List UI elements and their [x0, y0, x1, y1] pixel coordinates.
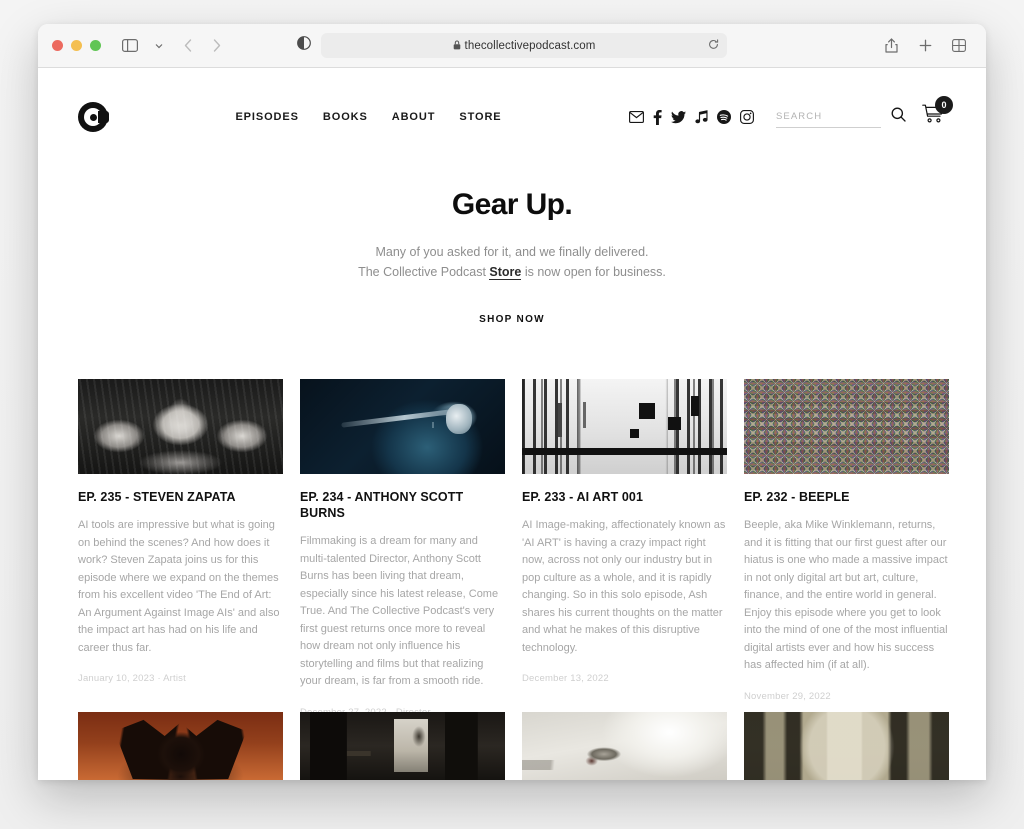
episode-excerpt: Filmmaking is a dream for many and multi…	[300, 535, 499, 687]
episode-card[interactable]: EP. 235 - STEVEN ZAPATA AI tools are imp…	[78, 379, 283, 718]
episode-thumbnail[interactable]	[300, 379, 505, 474]
mail-icon[interactable]	[629, 111, 644, 123]
facebook-icon[interactable]	[653, 109, 662, 125]
forward-icon[interactable]	[204, 33, 230, 59]
episode-thumbnail[interactable]	[744, 379, 949, 474]
lock-icon	[453, 37, 461, 55]
tab-overview-icon[interactable]	[946, 33, 972, 59]
store-link[interactable]: Store	[489, 265, 522, 280]
site-logo-icon[interactable]	[78, 102, 109, 132]
main-navigation: EPISODES BOOKS ABOUT STORE	[235, 111, 501, 123]
hero-line2-after: is now open for business.	[521, 265, 666, 279]
episode-title[interactable]: EP. 232 - BEEPLE	[744, 489, 949, 505]
address-bar[interactable]: thecollectivepodcast.com	[321, 33, 727, 58]
logo-bar	[98, 111, 109, 123]
search-icon[interactable]	[891, 107, 906, 127]
shop-now-button[interactable]: SHOP NOW	[479, 314, 545, 325]
next-episode-row	[38, 712, 986, 780]
hero-subtitle: Many of you asked for it, and we finally…	[38, 242, 986, 282]
nav-item-books[interactable]: BOOKS	[323, 111, 368, 123]
search-input[interactable]	[775, 111, 881, 122]
reader-view-icon[interactable]	[297, 36, 311, 55]
twitter-icon[interactable]	[670, 110, 686, 124]
hero-line2-before: The Collective Podcast	[358, 265, 490, 279]
header-utilities: 0	[629, 96, 953, 130]
new-tab-icon[interactable]	[912, 33, 938, 59]
episode-title[interactable]: EP. 235 - STEVEN ZAPATA	[78, 489, 283, 505]
reload-icon[interactable]	[708, 37, 719, 55]
page-content: EPISODES BOOKS ABOUT STORE SEARCH 0 Gear…	[38, 68, 986, 780]
episode-thumbnail[interactable]	[78, 379, 283, 474]
chevron-down-icon[interactable]	[146, 33, 172, 59]
social-links	[629, 109, 754, 125]
nav-item-episodes[interactable]: EPISODES	[235, 111, 298, 123]
episode-title[interactable]: EP. 234 - ANTHONY SCOTT BURNS	[300, 489, 505, 521]
hero-section: Gear Up. Many of you asked for it, and w…	[38, 140, 986, 327]
search-field-wrapper	[775, 106, 881, 128]
hero-title: Gear Up.	[451, 188, 573, 221]
episode-card[interactable]: EP. 234 - ANTHONY SCOTT BURNS Filmmaking…	[300, 379, 505, 718]
episode-thumbnail[interactable]	[522, 712, 727, 780]
nav-item-store[interactable]: STORE	[459, 111, 501, 123]
episode-excerpt: AI Image-making, affectionately known as…	[522, 519, 726, 654]
episode-card[interactable]: EP. 232 - BEEPLE Beeple, aka Mike Winkle…	[744, 379, 949, 718]
instagram-icon[interactable]	[740, 110, 754, 124]
episode-thumbnail[interactable]	[78, 712, 283, 780]
close-window-button[interactable]	[52, 40, 63, 51]
window-traffic-lights	[52, 40, 101, 51]
hero-subtitle-line2: The Collective Podcast Store is now open…	[38, 262, 986, 282]
site-header: EPISODES BOOKS ABOUT STORE SEARCH 0	[38, 68, 986, 140]
episode-title[interactable]: EP. 233 - AI ART 001	[522, 489, 727, 505]
episode-grid: EP. 235 - STEVEN ZAPATA AI tools are imp…	[38, 379, 986, 718]
nav-item-about[interactable]: ABOUT	[392, 111, 436, 123]
address-bar-area: thecollectivepodcast.com	[297, 33, 727, 58]
browser-window: thecollectivepodcast.com EPISODES BOOKS …	[38, 24, 986, 780]
episode-meta: November 29, 2022	[744, 690, 831, 702]
episode-excerpt: AI tools are impressive but what is goin…	[78, 519, 280, 654]
hero-subtitle-line1: Many of you asked for it, and we finally…	[375, 245, 649, 259]
address-bar-url: thecollectivepodcast.com	[464, 39, 596, 52]
episode-card[interactable]: EP. 233 - AI ART 001 AI Image-making, af…	[522, 379, 727, 718]
episode-thumbnail[interactable]	[522, 379, 727, 474]
episode-meta: January 10, 2023 · Artist	[78, 673, 186, 684]
episode-thumbnail[interactable]	[300, 712, 505, 780]
sidebar-toggle-icon[interactable]	[117, 33, 143, 59]
back-icon[interactable]	[175, 33, 201, 59]
browser-toolbar: thecollectivepodcast.com	[38, 24, 986, 68]
cart-count-badge: 0	[934, 96, 953, 114]
spotify-icon[interactable]	[716, 110, 731, 124]
episode-meta: December 13, 2022	[522, 673, 609, 684]
share-icon[interactable]	[878, 33, 904, 59]
episode-thumbnail[interactable]	[744, 712, 949, 780]
cart-button[interactable]: 0	[922, 96, 953, 130]
apple-music-icon[interactable]	[695, 110, 708, 124]
maximize-window-button[interactable]	[90, 40, 101, 51]
episode-excerpt: Beeple, aka Mike Winklemann, returns, an…	[744, 519, 948, 671]
minimize-window-button[interactable]	[71, 40, 82, 51]
